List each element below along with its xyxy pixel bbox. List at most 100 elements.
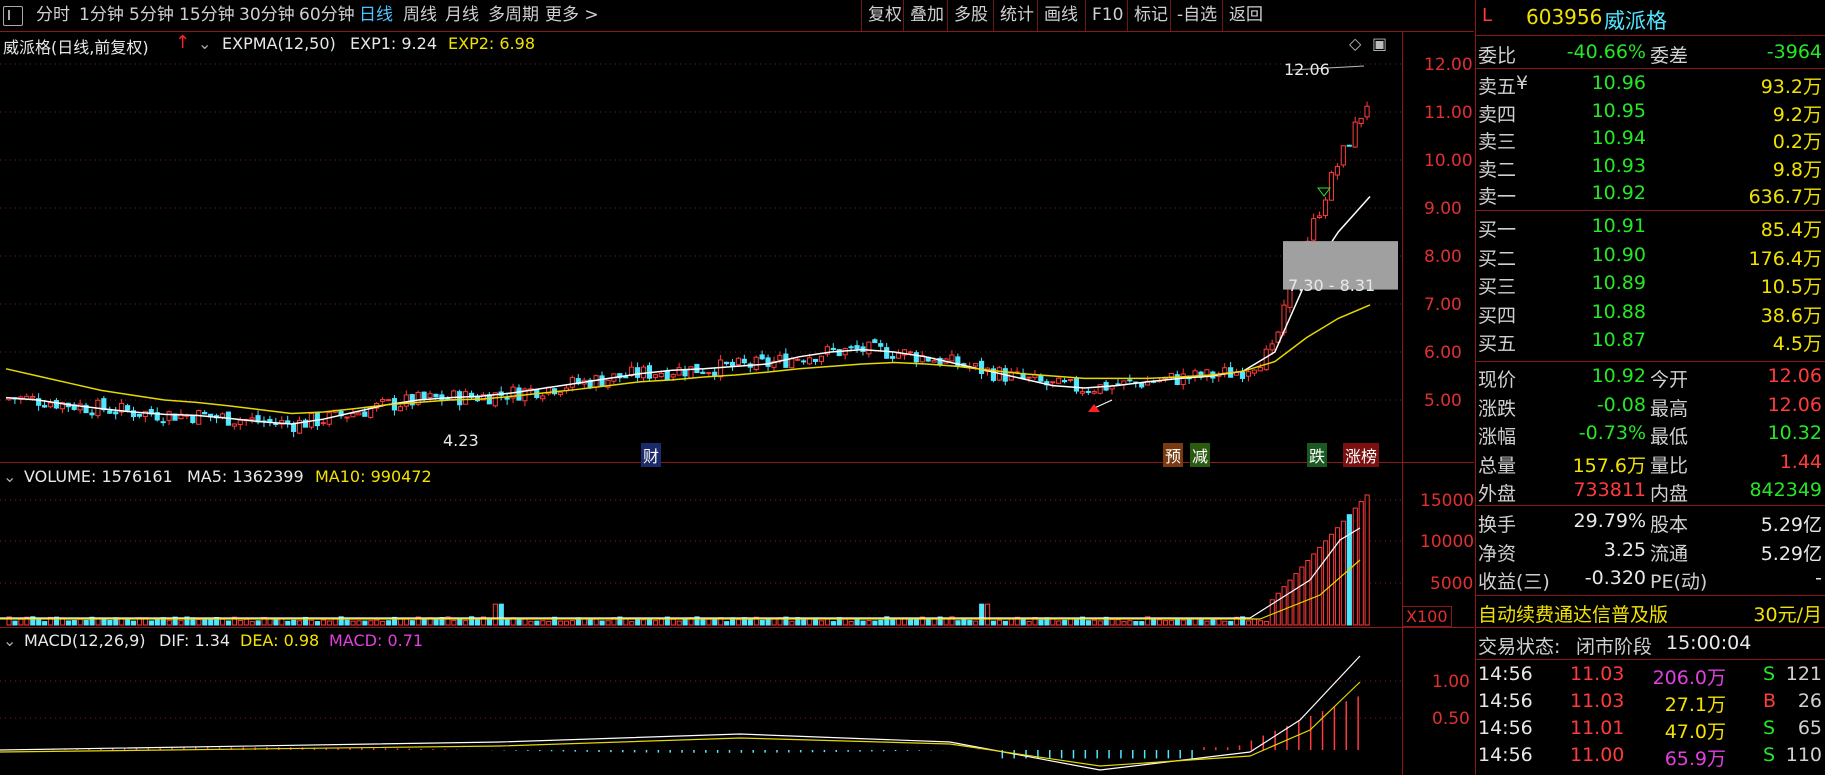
volume-bar	[1026, 621, 1032, 626]
volume-bar	[166, 619, 172, 626]
candle-body	[1352, 121, 1358, 148]
volume-bar	[1328, 533, 1335, 626]
quote-row: 净资 3.25 流通 5.29亿	[1476, 538, 1825, 565]
volume-bar	[1257, 620, 1263, 626]
volume-bar	[291, 619, 297, 626]
bid-price: 10.88	[1591, 300, 1646, 323]
volume-ma10-line	[0, 559, 1361, 620]
stat-value: -0.73%	[1578, 422, 1646, 444]
volume-bar	[1222, 620, 1228, 626]
event-flag-drop[interactable]: 跌	[1307, 443, 1328, 467]
quote-row: 14:56 11.03 27.1万 B 26	[1476, 689, 1825, 716]
quote-row: 涨幅 -0.73% 最低 10.32	[1476, 421, 1825, 448]
volume-bar	[682, 618, 688, 626]
bid-volume: 10.5万	[1760, 276, 1822, 298]
stat-value: 1.44	[1779, 450, 1822, 473]
volume-bar	[629, 621, 635, 626]
promo-price[interactable]: 30元/月	[1753, 600, 1822, 627]
tick-count: 26	[1797, 690, 1822, 712]
candle-body	[190, 415, 196, 424]
quote-row: 卖二 10.93 9.8万	[1476, 154, 1825, 181]
candle-body	[682, 369, 688, 377]
volume-bar	[706, 618, 712, 626]
candle-body	[1239, 371, 1246, 379]
volume-bar	[463, 620, 469, 626]
ytick: 6.00	[1424, 343, 1462, 363]
stat-label: 涨幅	[1478, 426, 1517, 448]
sell-signal-icon	[1317, 187, 1331, 197]
candle-body	[789, 358, 795, 369]
volume-bar	[1062, 619, 1068, 626]
volume-bar	[1157, 619, 1163, 626]
volume-bar	[267, 618, 273, 626]
ytick: 7.00	[1424, 295, 1462, 315]
event-flag-forecast[interactable]: 预	[1163, 443, 1184, 467]
stat-label: 内盘	[1650, 483, 1689, 505]
stat-label: 外盘	[1478, 483, 1517, 505]
candle-body	[463, 391, 469, 405]
candle-body	[1263, 348, 1269, 371]
weicha-label: 委差	[1650, 45, 1689, 67]
candle-body	[427, 393, 433, 399]
macd-value: MACD: 0.71	[329, 631, 424, 650]
event-flag-finance[interactable]: 财	[641, 443, 662, 467]
buy-signal-icon	[1088, 404, 1100, 412]
volume-bar	[397, 618, 404, 626]
exp2-line	[5, 304, 1371, 415]
dropdown-circle-icon[interactable]: ⌄	[198, 34, 211, 53]
quote-row: 14:56 11.03 206.0万 S 121	[1476, 662, 1825, 689]
volume-bar	[362, 620, 368, 626]
candle-body	[107, 410, 113, 414]
volume-bar	[1091, 619, 1097, 626]
volume-bar	[297, 620, 303, 626]
candle-body	[557, 391, 564, 396]
candle-body	[113, 411, 119, 415]
candle-body	[753, 356, 759, 371]
ytick: 9.00	[1424, 199, 1462, 219]
candle-body	[30, 396, 36, 399]
macd-toggle-icon[interactable]: ⌄	[3, 631, 16, 650]
volume-ma5: MA5: 1362399	[187, 467, 304, 486]
volume-bar	[1281, 586, 1287, 626]
volume-bar	[314, 621, 321, 626]
event-flag-limit-list[interactable]: 涨榜	[1343, 443, 1380, 467]
bid-volume: 85.4万	[1760, 219, 1822, 241]
tick-price: 11.03	[1570, 690, 1625, 712]
volume-bar	[1323, 540, 1329, 626]
window-icon[interactable]: ▣	[1372, 34, 1387, 53]
volume-bar	[1109, 619, 1115, 626]
volume-bar	[356, 620, 362, 626]
candle-body	[1079, 391, 1085, 394]
diamond-icon[interactable]: ◇	[1349, 34, 1361, 53]
candle-body	[160, 421, 166, 424]
volume-bar	[569, 620, 576, 626]
candle-body	[403, 394, 409, 407]
volume-bar	[131, 620, 137, 626]
quote-row: 买三 10.89 10.5万	[1476, 271, 1825, 298]
volume-bar	[866, 620, 872, 626]
ask-label: 卖四	[1478, 103, 1517, 126]
tick-price: 11.01	[1570, 717, 1625, 739]
volume-bar	[285, 620, 291, 626]
candle-body	[895, 352, 902, 359]
bid-price: 10.87	[1591, 329, 1646, 351]
volume-bar	[635, 618, 641, 626]
event-flag-reduce[interactable]: 减	[1190, 443, 1211, 467]
stat-value: 10.92	[1591, 365, 1646, 387]
candle-body	[89, 412, 95, 416]
candle-body	[385, 399, 392, 402]
kline-chart[interactable]	[0, 0, 1474, 775]
volume-bar	[350, 620, 356, 626]
stat-value: 842349	[1749, 479, 1822, 501]
tick-volume: 65.9万	[1664, 748, 1726, 770]
volume-bar	[1168, 619, 1175, 626]
volume-bar	[1020, 619, 1026, 626]
volume-toggle-icon[interactable]: ⌄	[3, 467, 16, 486]
promo-text[interactable]: 自动续费通达信普及版	[1478, 600, 1668, 627]
ask-volume: 9.2万	[1772, 103, 1822, 126]
volume-bar	[308, 619, 315, 626]
candle-body	[136, 413, 143, 417]
quote-row: 买四 10.88 38.6万	[1476, 300, 1825, 327]
candle-body	[658, 372, 664, 378]
candle-body	[670, 374, 676, 378]
